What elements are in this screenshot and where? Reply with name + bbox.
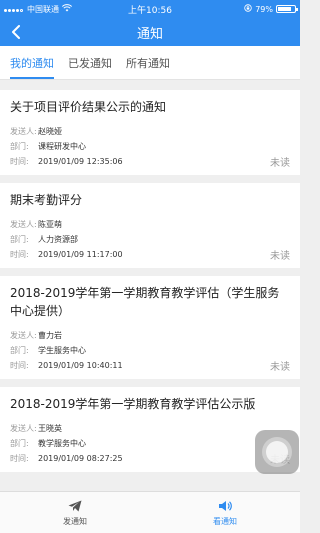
department-label: 部门:	[10, 235, 29, 244]
read-status: 未读	[270, 251, 290, 262]
bottom-tab-label: 看通知	[213, 516, 237, 526]
department-row: 部门: 学生服务中心	[10, 343, 290, 358]
bottom-tab-view-notice[interactable]: 看通知	[150, 492, 300, 533]
department-row: 部门: 人力资源部	[10, 232, 290, 247]
department-value: 课程研发中心	[38, 142, 86, 151]
notice-title: 期末考勤评分	[10, 193, 83, 207]
navbar: 通知	[0, 18, 300, 46]
read-status: 未读	[270, 158, 290, 169]
battery-percent: 79%	[255, 4, 273, 14]
sender-value: 曹力岩	[38, 331, 62, 340]
battery-icon	[276, 5, 298, 13]
tab-all-notices[interactable]: 所有通知	[126, 46, 170, 79]
signal-icon	[4, 5, 24, 14]
sender-label: 发送人:	[10, 127, 37, 136]
department-label: 部门:	[10, 439, 29, 448]
time-value: 2019/01/09 08:27:25	[38, 454, 123, 463]
tab-label: 已发通知	[68, 56, 112, 70]
department-label: 部门:	[10, 346, 29, 355]
department-row: 部门: 课程研发中心	[10, 139, 290, 154]
sender-label: 发送人:	[10, 424, 37, 433]
sender-value: 赵晓娅	[38, 127, 62, 136]
time-row: 时间: 2019/01/09 11:17:00	[10, 247, 290, 262]
back-arrow-icon[interactable]	[8, 24, 24, 40]
sender-row: 发送人: 曹力岩	[10, 328, 290, 343]
sender-row: 发送人: 赵晓娅	[10, 124, 290, 139]
sender-row: 发送人: 王晓英	[10, 421, 290, 436]
notice-card[interactable]: 2018-2019学年第一学期教育教学评估（学生服务中心提供） 发送人: 曹力岩…	[0, 276, 300, 379]
tab-label: 我的通知	[10, 56, 54, 70]
status-right: 79%	[244, 4, 298, 14]
sender-row: 发送人: 陈亚萌	[10, 217, 290, 232]
time-value: 2019/01/09 11:17:00	[38, 250, 123, 259]
speaker-icon	[218, 499, 232, 513]
sender-label: 发送人:	[10, 220, 37, 229]
tab-label: 所有通知	[126, 56, 170, 70]
notice-title: 2018-2019学年第一学期教育教学评估公示版	[10, 397, 256, 411]
department-label: 部门:	[10, 142, 29, 151]
notice-card[interactable]: 关于项目评价结果公示的通知 发送人: 赵晓娅 部门: 课程研发中心 时间: 20…	[0, 90, 300, 175]
sender-value: 王晓英	[38, 424, 62, 433]
status-time: 上午10:56	[128, 5, 172, 16]
notice-list: 关于项目评价结果公示的通知 发送人: 赵晓娅 部门: 课程研发中心 时间: 20…	[0, 80, 300, 472]
tab-my-notices[interactable]: 我的通知	[10, 46, 54, 79]
department-value: 学生服务中心	[38, 346, 86, 355]
time-row: 时间: 2019/01/09 10:40:11	[10, 358, 290, 373]
status-bar: 中国联通 上午10:56 79%	[0, 0, 300, 18]
sender-label: 发送人:	[10, 331, 37, 340]
bottom-tab-send-notice[interactable]: 发通知	[0, 492, 150, 533]
notice-title: 2018-2019学年第一学期教育教学评估（学生服务中心提供）	[10, 286, 280, 318]
department-value: 人力资源部	[38, 235, 78, 244]
status-left: 中国联通	[4, 4, 73, 15]
bottom-tab-bar: 发通知 看通知	[0, 491, 300, 533]
sender-value: 陈亚萌	[38, 220, 62, 229]
tab-sent-notices[interactable]: 已发通知	[68, 46, 112, 79]
time-label: 时间:	[10, 454, 29, 463]
time-label: 时间:	[10, 361, 29, 370]
assistive-touch-icon	[262, 437, 292, 467]
notice-card[interactable]: 期末考勤评分 发送人: 陈亚萌 部门: 人力资源部 时间: 2019/01/09…	[0, 183, 300, 268]
department-row: 部门: 教学服务中心	[10, 436, 290, 451]
time-label: 时间:	[10, 250, 29, 259]
department-value: 教学服务中心	[38, 439, 86, 448]
read-status: 未读	[270, 362, 290, 373]
tab-bar: 我的通知 已发通知 所有通知	[0, 46, 300, 80]
page-title: 通知	[136, 26, 163, 42]
time-label: 时间:	[10, 157, 29, 166]
rotation-lock-icon	[244, 4, 252, 14]
time-row: 时间: 2019/01/09 08:27:25	[10, 451, 290, 466]
notice-title: 关于项目评价结果公示的通知	[10, 100, 167, 114]
wifi-icon	[61, 4, 73, 14]
time-row: 时间: 2019/01/09 12:35:06	[10, 154, 290, 169]
time-value: 2019/01/09 12:35:06	[38, 157, 123, 166]
send-icon	[68, 499, 82, 513]
carrier-label: 中国联通	[27, 4, 59, 14]
bottom-tab-label: 发通知	[63, 516, 87, 526]
assistive-touch-button[interactable]	[255, 430, 299, 474]
time-value: 2019/01/09 10:40:11	[38, 361, 123, 370]
